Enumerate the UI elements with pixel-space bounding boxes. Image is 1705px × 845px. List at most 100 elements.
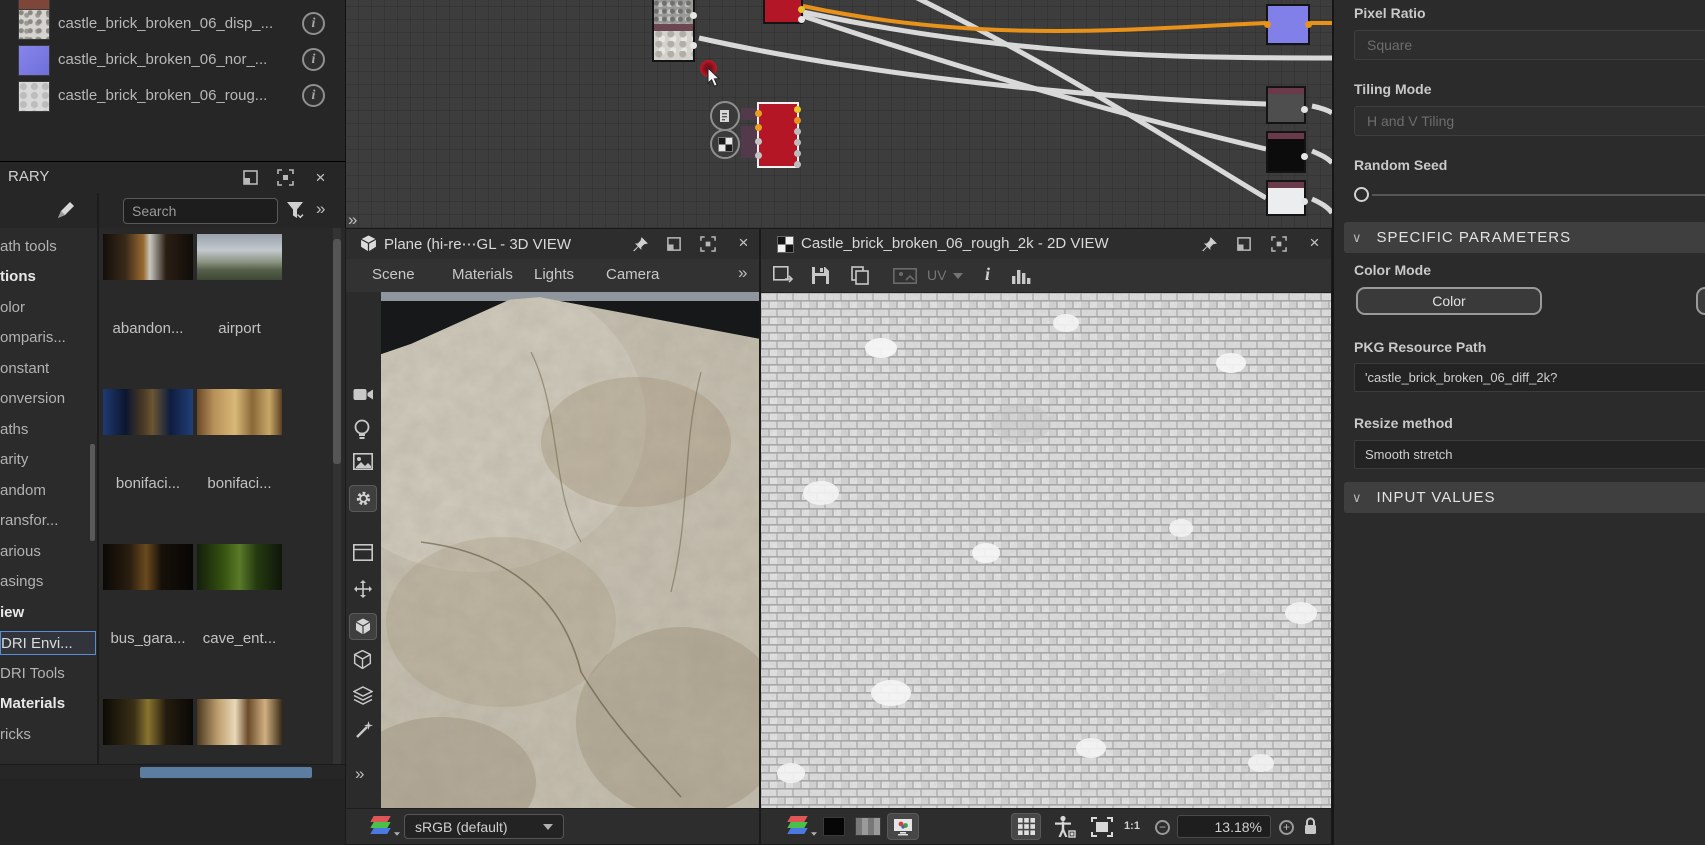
category-item[interactable]: ath tools: [0, 235, 96, 259]
category-item[interactable]: onstant: [0, 357, 96, 381]
pkg-resource-path-field[interactable]: 'castle_brick_broken_06_diff_2k?: [1354, 363, 1705, 392]
category-item[interactable]: onversion: [0, 387, 96, 411]
zoom-level-field[interactable]: 13.18%: [1177, 815, 1271, 838]
category-item[interactable]: tions: [0, 265, 96, 289]
menu-lights[interactable]: Lights: [534, 266, 574, 283]
output-port[interactable]: [794, 117, 801, 124]
filter-funnel-icon[interactable]: [286, 201, 306, 221]
pin-icon[interactable]: [632, 236, 649, 253]
output-port[interactable]: [794, 161, 801, 168]
texture-node-black[interactable]: [1266, 131, 1308, 173]
category-item[interactable]: DRI Tools: [0, 662, 96, 686]
fit-frame-icon[interactable]: [1091, 817, 1113, 837]
hdri-thumbnail[interactable]: [197, 699, 282, 745]
input-values-header[interactable]: ∨ INPUT VALUES: [1344, 482, 1705, 513]
resource-row[interactable]: castle_brick_broken_06_nor_... i: [0, 44, 345, 78]
grayscale-mode-button-partial[interactable]: [1696, 287, 1705, 315]
view3d-titlebar[interactable]: Plane (hi-re⋯GL - 3D VIEW ×: [346, 229, 759, 260]
image-icon[interactable]: [353, 453, 373, 470]
chevron-down-icon[interactable]: [953, 273, 963, 279]
transform-move-icon[interactable]: [353, 579, 373, 599]
export-image-icon[interactable]: [773, 266, 793, 285]
output-port[interactable]: [690, 12, 697, 19]
actual-size-button[interactable]: 1:1: [1117, 816, 1147, 836]
view3d-viewport[interactable]: [381, 292, 759, 811]
category-item[interactable]: ricks: [0, 723, 96, 747]
category-item-selected[interactable]: DRI Envi...: [0, 631, 96, 655]
zoom-out-button[interactable]: −: [1155, 820, 1170, 835]
category-item[interactable]: omparis...: [0, 326, 96, 350]
wireframe-cube-icon[interactable]: [353, 650, 372, 669]
library-vertical-scrollbar-track[interactable]: [333, 228, 341, 764]
background-color-swatch[interactable]: [823, 817, 845, 836]
library-horizontal-scrollbar-thumb[interactable]: [140, 767, 312, 778]
float-window-icon[interactable]: [1236, 236, 1253, 253]
information-icon[interactable]: i: [985, 264, 990, 285]
menu-scene[interactable]: Scene: [372, 266, 415, 283]
menu-materials[interactable]: Materials: [452, 266, 513, 283]
category-item[interactable]: Materials: [0, 692, 96, 716]
layers-stack-icon[interactable]: [353, 686, 373, 705]
node-badge-document[interactable]: [710, 101, 740, 131]
hdri-thumbnail[interactable]: [197, 544, 282, 590]
input-port[interactable]: [755, 110, 762, 117]
lightbulb-icon[interactable]: [353, 419, 371, 440]
histogram-icon[interactable]: [1011, 267, 1032, 284]
hdri-thumbnail[interactable]: [103, 699, 193, 745]
output-port[interactable]: [1305, 21, 1312, 28]
display-mode-button-active[interactable]: [887, 813, 919, 840]
lock-icon[interactable]: [1303, 817, 1318, 836]
thumbnail-label[interactable]: bonifaci...: [103, 475, 193, 493]
category-item[interactable]: andom: [0, 479, 96, 503]
display-mesh-button[interactable]: [349, 613, 377, 640]
gear-settings-button[interactable]: [349, 485, 377, 512]
magic-wand-icon[interactable]: [353, 720, 373, 741]
tiling-grid-button[interactable]: [1011, 813, 1041, 840]
maximize-window-icon[interactable]: [700, 236, 717, 253]
thumbnail-label[interactable]: abandon...: [103, 320, 193, 338]
uniform-color-node-blue[interactable]: [1264, 4, 1312, 45]
thumbnail-label[interactable]: airport: [197, 320, 282, 338]
output-port[interactable]: [1301, 198, 1308, 205]
viewport-window-icon[interactable]: [353, 544, 373, 561]
colorspace-layers-icon[interactable]: [787, 816, 811, 836]
red-node-top[interactable]: [763, 0, 805, 24]
specific-parameters-header[interactable]: ∨ SPECIFIC PARAMETERS: [1344, 222, 1705, 253]
close-window-icon[interactable]: ×: [735, 234, 752, 251]
category-item[interactable]: iew: [0, 601, 96, 625]
save-icon[interactable]: [811, 266, 830, 285]
output-port[interactable]: [794, 128, 801, 135]
slider-handle[interactable]: [1354, 187, 1369, 202]
slider-track[interactable]: [1372, 194, 1705, 196]
library-vertical-scrollbar-thumb[interactable]: [333, 239, 341, 464]
menu-camera[interactable]: Camera: [606, 266, 659, 283]
resource-row[interactable]: castle_brick_broken_06_roug... i: [0, 80, 345, 114]
category-item[interactable]: arity: [0, 448, 96, 472]
output-port[interactable]: [1301, 153, 1308, 160]
library-search-input[interactable]: [123, 198, 278, 224]
output-port[interactable]: [1301, 106, 1308, 113]
toolbar-overflow[interactable]: »: [316, 199, 325, 219]
texture-node-white[interactable]: [1266, 180, 1308, 216]
hdri-thumbnail[interactable]: [197, 389, 282, 435]
thumbnail-label[interactable]: bus_gara...: [103, 630, 193, 648]
node-badge-checker[interactable]: [710, 129, 740, 159]
tool-column-expander[interactable]: »: [355, 764, 364, 784]
bitmap-node-stack[interactable]: [652, 0, 697, 62]
node-graph-canvas[interactable]: »: [345, 0, 1332, 229]
zoom-in-button[interactable]: +: [1279, 820, 1294, 835]
uv-mode-label[interactable]: UV: [927, 267, 946, 283]
info-icon[interactable]: i: [302, 48, 325, 71]
random-seed-slider[interactable]: [1354, 186, 1705, 204]
copy-icon[interactable]: [851, 266, 869, 285]
thumbnail-label[interactable]: cave_ent...: [197, 630, 282, 648]
red-node-selected[interactable]: [755, 102, 801, 168]
category-item[interactable]: arious: [0, 540, 96, 564]
texture-node-gray[interactable]: [1266, 86, 1308, 124]
output-port[interactable]: [794, 106, 801, 113]
float-window-icon[interactable]: [242, 169, 259, 186]
close-window-icon[interactable]: ×: [312, 169, 329, 186]
output-port[interactable]: [690, 42, 697, 49]
close-window-icon[interactable]: ×: [1306, 234, 1323, 251]
maximize-window-icon[interactable]: [277, 169, 294, 186]
